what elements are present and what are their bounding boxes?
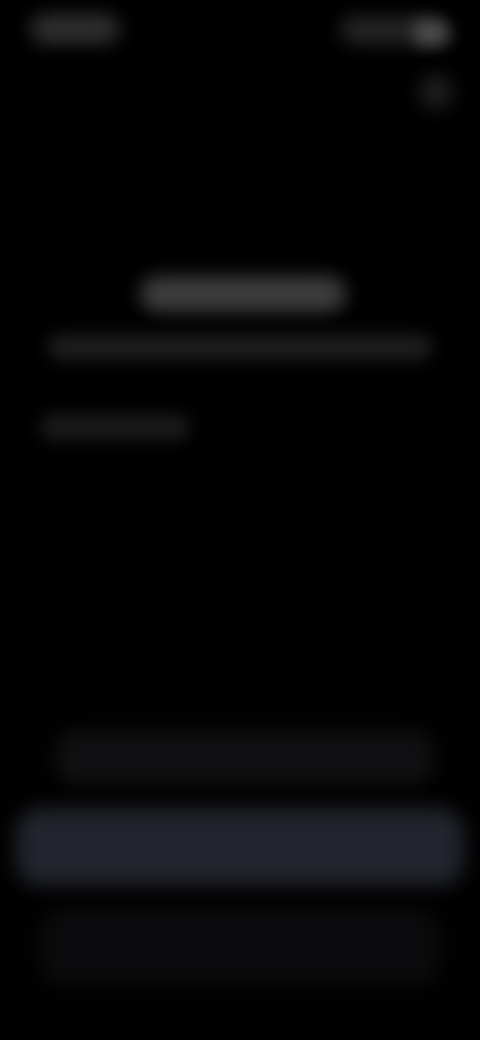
page-caption: [40, 414, 190, 440]
more-icon[interactable]: [418, 74, 454, 110]
page-title: [140, 276, 346, 312]
option-row[interactable]: [56, 730, 434, 786]
secondary-button[interactable]: [40, 908, 440, 986]
app-screen: [0, 0, 480, 1040]
primary-button[interactable]: [16, 808, 464, 886]
status-time: [30, 14, 120, 44]
battery-icon: [414, 20, 450, 46]
page-subtitle: [48, 334, 432, 360]
status-bar: [0, 0, 480, 60]
